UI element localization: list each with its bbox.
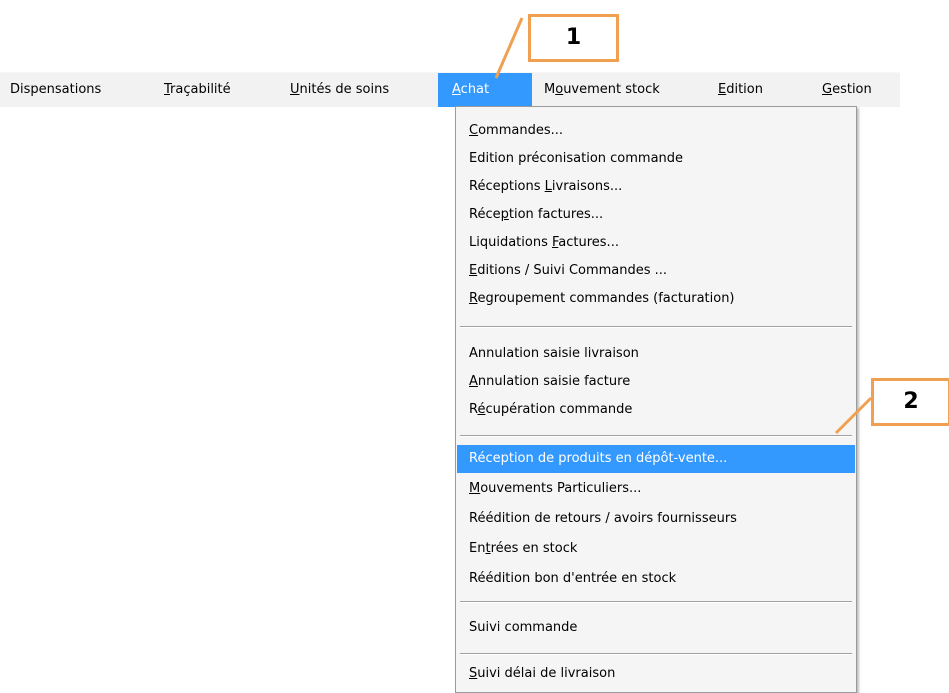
menu-item-commandes[interactable]: Commandes... xyxy=(457,117,855,145)
menu-item-suivi-commande[interactable]: Suivi commande xyxy=(457,614,855,642)
menu-separator xyxy=(460,435,852,437)
menu-bar: Dispensations Traçabilité Unités de soin… xyxy=(0,72,900,107)
menu-item-annulation-saisie-facture[interactable]: Annulation saisie facture xyxy=(457,368,855,396)
menu-item-editions-suivi-commandes[interactable]: Editions / Suivi Commandes ... xyxy=(457,257,855,285)
menu-dispensations[interactable]: Dispensations xyxy=(4,73,107,107)
menu-unites-de-soins[interactable]: Unités de soins xyxy=(284,73,395,107)
menu-item-regroupement-commandes[interactable]: Regroupement commandes (facturation) xyxy=(457,285,855,313)
callout-1: 1 xyxy=(528,14,619,62)
menu-achat[interactable]: Achat xyxy=(438,73,532,107)
menu-item-reception-depot-vente[interactable]: Réception de produits en dépôt-vente... xyxy=(457,445,855,473)
menu-separator xyxy=(460,601,852,603)
callout-2: 2 xyxy=(871,378,949,426)
menu-mouvement-stock[interactable]: Mouvement stock xyxy=(538,73,666,107)
menu-gestion[interactable]: Gestion xyxy=(816,73,878,107)
menu-tracabilite[interactable]: Traçabilité xyxy=(158,73,237,107)
menu-edition[interactable]: Edition xyxy=(712,73,769,107)
menu-item-mouvements-particuliers[interactable]: Mouvements Particuliers... xyxy=(457,475,855,503)
menu-separator xyxy=(460,326,852,328)
menu-item-reedition-retours-avoirs[interactable]: Réédition de retours / avoirs fournisseu… xyxy=(457,505,855,533)
menu-item-edition-preconisation[interactable]: Edition préconisation commande xyxy=(457,145,855,173)
callout-1-line xyxy=(494,17,524,79)
menu-item-reception-factures[interactable]: Réception factures... xyxy=(457,201,855,229)
menu-item-liquidations-factures[interactable]: Liquidations Factures... xyxy=(457,229,855,257)
menu-item-recuperation-commande[interactable]: Récupération commande xyxy=(457,396,855,424)
menu-item-reedition-bon-entree[interactable]: Réédition bon d'entrée en stock xyxy=(457,565,855,593)
menu-item-annulation-saisie-livraison[interactable]: Annulation saisie livraison xyxy=(457,340,855,368)
menu-item-suivi-delai-livraison[interactable]: Suivi délai de livraison xyxy=(457,660,855,688)
menu-item-entrees-en-stock[interactable]: Entrées en stock xyxy=(457,535,855,563)
menu-item-receptions-livraisons[interactable]: Réceptions Livraisons... xyxy=(457,173,855,201)
achat-dropdown-menu: Commandes... Edition préconisation comma… xyxy=(455,106,857,693)
menu-separator xyxy=(460,653,852,655)
